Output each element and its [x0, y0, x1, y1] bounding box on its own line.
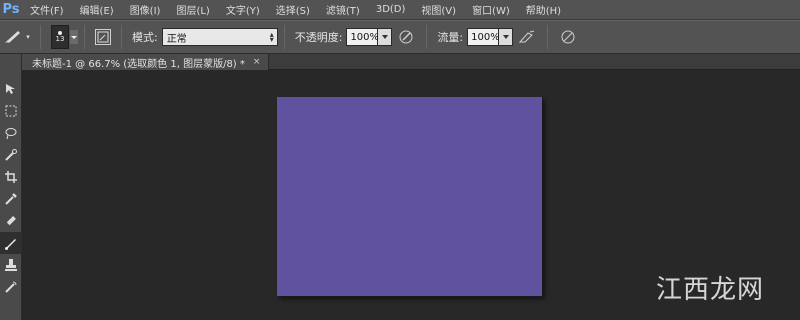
divider: [40, 25, 41, 49]
flow-label: 流量:: [437, 31, 464, 44]
divider: [283, 25, 285, 49]
menu-layer[interactable]: 图层(L): [168, 2, 217, 17]
brush-size-dropdown[interactable]: [70, 30, 78, 44]
clone-stamp-tool-icon[interactable]: [0, 254, 22, 276]
document-tab-bar: 未标题-1 @ 66.7% (选取颜色 1, 图层蒙版/8) * ×: [22, 54, 800, 70]
pressure-opacity-icon[interactable]: [395, 26, 417, 48]
menu-image[interactable]: 图像(I): [122, 2, 169, 17]
flow-dropdown[interactable]: [499, 28, 514, 46]
brush-tool-icon[interactable]: [0, 232, 22, 254]
options-bar: ▾ 13 模式: 正常 ▴ ▾ 不透明度: 100% 流量: 100%: [0, 20, 800, 54]
divider: [121, 25, 122, 49]
brush-tool-icon: [4, 28, 24, 47]
spot-heal-tool-icon[interactable]: [0, 210, 22, 232]
opacity-input[interactable]: 100%: [346, 28, 379, 46]
menu-window[interactable]: 窗口(W): [464, 2, 518, 17]
menu-bar: Ps 文件(F) 编辑(E) 图像(I) 图层(L) 文字(Y) 选择(S) 滤…: [0, 0, 800, 20]
brush-size-picker[interactable]: 13: [51, 25, 69, 49]
blend-mode-select[interactable]: 正常 ▴ ▾: [161, 28, 278, 46]
opacity-label: 不透明度:: [294, 31, 343, 44]
chevron-down-icon: ▾: [26, 33, 30, 41]
quick-select-tool-icon[interactable]: [0, 144, 22, 166]
mode-label: 模式:: [132, 31, 158, 44]
menu-edit[interactable]: 编辑(E): [72, 2, 122, 17]
photoshop-logo: Ps: [2, 2, 20, 17]
tool-preset-picker[interactable]: ▾: [0, 22, 34, 52]
menu-filter[interactable]: 滤镜(T): [318, 2, 368, 17]
airbrush-icon[interactable]: [516, 26, 538, 48]
pressure-size-icon[interactable]: [557, 26, 579, 48]
close-icon[interactable]: ×: [253, 57, 261, 67]
select-caret-icon: ▴ ▾: [269, 30, 274, 44]
marquee-tool-icon[interactable]: [0, 100, 22, 122]
menu-select[interactable]: 选择(S): [268, 2, 318, 17]
watermark: 江西龙网: [656, 269, 764, 306]
menu-3d[interactable]: 3D(D): [368, 4, 414, 15]
menu-view[interactable]: 视图(V): [413, 2, 464, 17]
crop-tool-icon[interactable]: [0, 166, 22, 188]
eyedropper-tool-icon[interactable]: [0, 188, 22, 210]
menu-type[interactable]: 文字(Y): [218, 2, 268, 17]
move-tool-icon[interactable]: [0, 78, 22, 100]
menu-file[interactable]: 文件(F): [22, 2, 72, 17]
divider: [547, 25, 549, 49]
document-tab[interactable]: 未标题-1 @ 66.7% (选取颜色 1, 图层蒙版/8) * ×: [22, 54, 270, 70]
brush-size-value: 13: [55, 34, 65, 43]
brush-panel-icon[interactable]: [95, 29, 111, 45]
tools-panel: [0, 54, 22, 320]
blend-mode-value: 正常: [166, 33, 187, 45]
lasso-tool-icon[interactable]: [0, 122, 22, 144]
watermark-text: 江西龙网: [655, 275, 764, 305]
opacity-dropdown[interactable]: [378, 28, 393, 46]
divider: [84, 25, 85, 49]
menu-help[interactable]: 帮助(H): [518, 2, 569, 17]
document-canvas[interactable]: [277, 97, 542, 296]
history-brush-tool-icon[interactable]: [0, 276, 22, 298]
flow-input[interactable]: 100%: [467, 28, 500, 46]
divider: [426, 25, 428, 49]
document-tab-title: 未标题-1 @ 66.7% (选取颜色 1, 图层蒙版/8) *: [32, 58, 245, 70]
